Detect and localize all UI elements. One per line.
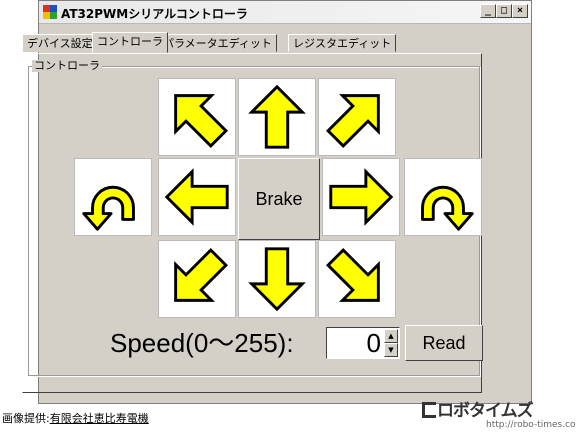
back-left-button[interactable] [158, 240, 236, 318]
speed-value[interactable]: 0 [367, 328, 381, 358]
image-credit: 画像提供:有限会社恵比寿電機 [2, 410, 149, 426]
speed-label: Speed(0～255): [110, 328, 294, 358]
tab-register-edit[interactable]: レジスタエディット [288, 34, 397, 52]
credit-link[interactable]: 有限会社恵比寿電機 [50, 412, 149, 425]
spin-down-icon[interactable]: ▼ [384, 343, 398, 357]
window-title: AT32PWMシリアルコントローラ [61, 7, 248, 21]
maximize-button[interactable]: □ [496, 4, 512, 18]
minimize-button[interactable]: _ [480, 4, 496, 18]
arrow-up-icon [250, 85, 304, 149]
arrow-left-icon [165, 170, 229, 224]
forward-left-button[interactable] [158, 78, 236, 156]
spin-up-icon[interactable]: ▲ [384, 329, 398, 343]
rotate-clockwise-icon [421, 185, 474, 231]
back-button[interactable] [238, 240, 316, 318]
left-button[interactable] [158, 158, 236, 236]
logo-mark-icon [422, 402, 436, 418]
close-button[interactable]: × [512, 4, 528, 18]
logo-text: ロボタイムズ [437, 401, 534, 421]
title-bar[interactable]: AT32PWMシリアルコントローラ _ □ × [39, 1, 531, 24]
arrow-right-icon [329, 170, 393, 224]
forward-button[interactable] [238, 78, 316, 156]
rotate-right-button[interactable] [404, 158, 482, 236]
controller-group-label: コントローラ [32, 59, 102, 72]
tab-parameter-edit[interactable]: パラメータエディット [158, 34, 277, 52]
right-button[interactable] [322, 158, 400, 236]
back-right-button[interactable] [318, 240, 396, 318]
tab-controller[interactable]: コントローラ [92, 32, 168, 53]
read-button[interactable]: Read [405, 325, 483, 361]
arrow-up-left-icon [159, 79, 235, 155]
arrow-down-icon [250, 247, 304, 311]
arrow-down-left-icon [159, 241, 235, 317]
arrow-up-right-icon [319, 79, 395, 155]
robotimes-logo: ロボタイムズ [422, 396, 534, 421]
speed-spinbox[interactable]: 0 ▲ ▼ [326, 327, 400, 359]
forward-right-button[interactable] [318, 78, 396, 156]
arrow-down-right-icon [319, 241, 395, 317]
app-icon [43, 5, 57, 19]
rotate-left-button[interactable] [74, 158, 152, 236]
credit-prefix: 画像提供: [2, 412, 50, 425]
tab-device-settings[interactable]: デバイス設定 [22, 34, 98, 52]
brake-button[interactable]: Brake [238, 158, 320, 240]
logo-url: http://robo-times.com/ [486, 420, 576, 430]
rotate-counterclockwise-icon [82, 185, 135, 231]
